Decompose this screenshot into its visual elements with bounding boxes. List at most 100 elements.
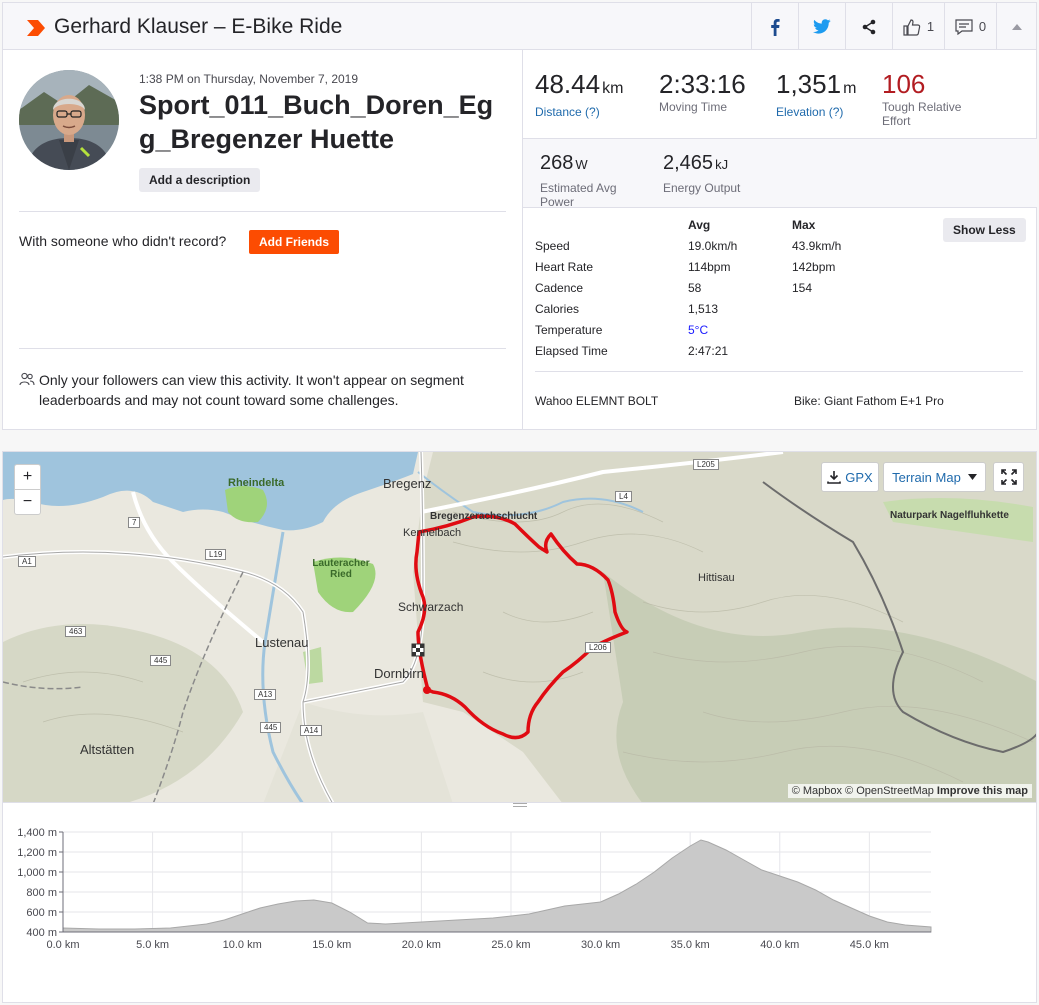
x-tick-label: 0.0 km: [46, 939, 79, 951]
activity-summary: 1:38 PM on Thursday, November 7, 2019 Sp…: [2, 49, 1037, 430]
moving-time-value: 2:33:16: [659, 69, 746, 99]
zoom-in-button[interactable]: +: [14, 464, 41, 490]
row-max: 142bpm: [792, 260, 836, 274]
resize-handle[interactable]: [513, 803, 527, 807]
device-name: Wahoo ELEMNT BOLT: [535, 394, 659, 408]
zoom-out-button[interactable]: −: [14, 489, 41, 515]
divider: [535, 371, 1023, 372]
comment-button[interactable]: 0: [944, 3, 996, 50]
gpx-export-button[interactable]: GPX: [821, 462, 879, 492]
stat-moving-time: 2:33:16 Moving Time: [659, 70, 746, 114]
road-label: A13: [254, 689, 277, 700]
energy-unit: kJ: [715, 157, 729, 172]
row-avg[interactable]: 5°C: [688, 323, 708, 337]
road-label: L205: [693, 459, 719, 470]
power-value: 268: [540, 152, 574, 174]
x-tick-label: 10.0 km: [223, 939, 262, 951]
athlete-photo: [19, 70, 119, 170]
stat-energy: 2,465 kJ Energy Output: [663, 149, 740, 195]
activity-name[interactable]: Sport_011_Buch_Doren_Eg g_Bregenzer Huet…: [139, 88, 499, 156]
gpx-label: GPX: [845, 469, 873, 485]
distance-unit: km: [602, 80, 624, 97]
secondary-stats: 268 W Estimated Avg Power 2,465 kJ Energy …: [523, 138, 1037, 209]
collapse-button[interactable]: [996, 3, 1036, 50]
place-label: Hittisau: [698, 572, 735, 584]
x-tick-label: 40.0 km: [760, 939, 799, 951]
distance-label[interactable]: Distance (?): [535, 105, 623, 119]
followers-icon: [19, 372, 35, 386]
twitter-share-button[interactable]: [798, 3, 845, 50]
elevation-svg[interactable]: 400 m 600 m 800 m 1,000 m 1,200 m 1,400 m 0.0…: [3, 803, 1038, 969]
attribution-text[interactable]: © Mapbox © OpenStreetMap: [792, 785, 934, 797]
elevation-chart[interactable]: 400 m 600 m 800 m 1,000 m 1,200 m 1,400 m 0.0…: [2, 802, 1037, 970]
row-label: Calories: [535, 302, 580, 316]
kudos-button[interactable]: 1: [892, 3, 944, 50]
row-label: Cadence: [535, 281, 584, 295]
power-label: Estimated Avg Power: [540, 181, 617, 209]
expand-icon: [1000, 469, 1017, 485]
road-label: L19: [205, 549, 227, 560]
route-map[interactable]: Rheindelta Bregenz Kennelbach Bregenzera…: [2, 451, 1037, 803]
with-someone-text: With someone who didn't record?: [19, 233, 227, 249]
page-title: Gerhard Klauser – E-Bike Ride: [54, 15, 343, 38]
table-header: Avg Max: [535, 218, 935, 236]
show-less-button[interactable]: Show Less: [943, 218, 1026, 242]
place-label: Kennelbach: [403, 527, 462, 539]
download-icon: [827, 471, 842, 484]
x-tick-label: 5.0 km: [136, 939, 169, 951]
moving-time-label: Moving Time: [659, 100, 728, 114]
bike-name[interactable]: Bike: Giant Fathom E+1 Pro: [794, 394, 944, 408]
activity-date: 1:38 PM on Thursday, November 7, 2019: [139, 72, 359, 86]
energy-value: 2,465: [663, 152, 714, 174]
map-canvas[interactable]: [3, 452, 1037, 803]
x-tick-label: 25.0 km: [491, 939, 530, 951]
elevation-label[interactable]: Elevation (?): [776, 105, 856, 119]
relative-effort-value: 106: [882, 69, 926, 99]
add-friends-button[interactable]: Add Friends: [249, 230, 340, 254]
col-avg: Avg: [688, 218, 711, 232]
page-footer: [2, 969, 1037, 1003]
elevation-area: [62, 839, 932, 933]
row-max: 154: [792, 281, 813, 295]
comment-icon: [955, 18, 973, 35]
row-avg: 114bpm: [688, 260, 731, 274]
strava-chevron-icon: [27, 20, 45, 36]
improve-map-link[interactable]: Improve this map: [937, 785, 1028, 797]
map-attribution: © Mapbox © OpenStreetMap Improve this ma…: [787, 784, 1032, 798]
activity-header: Gerhard Klauser – E-Bike Ride 1 0: [2, 2, 1037, 50]
fullscreen-button[interactable]: [993, 462, 1024, 492]
y-tick-label: 1,400 m: [17, 827, 57, 839]
place-label: Bregenzerachschlucht: [430, 511, 538, 522]
place-label: Altstätten: [80, 742, 135, 757]
activity-stats: 48.44 km Distance (?) 2:33:16 Moving Time…: [522, 50, 1037, 429]
distance-value: 48.44: [535, 69, 601, 99]
y-tick-label: 1,200 m: [17, 847, 57, 859]
comment-count: 0: [978, 19, 987, 34]
avatar[interactable]: [19, 70, 119, 170]
stat-relative-effort[interactable]: 106 Tough Relative Effort: [882, 70, 992, 128]
row-avg: 19.0km/h: [688, 239, 738, 253]
y-tick-label: 800 m: [26, 887, 57, 899]
place-label: Naturpark Nagelfluhkette: [890, 510, 1009, 521]
map-type-label: Terrain Map: [892, 469, 961, 485]
y-tick-label: 1,000 m: [17, 867, 57, 879]
map-type-select[interactable]: Terrain Map: [883, 462, 986, 492]
row-label: Elapsed Time: [535, 344, 608, 358]
share-icon: [862, 19, 876, 34]
x-tick-label: 15.0 km: [312, 939, 351, 951]
twitter-icon: [813, 19, 831, 34]
thumbs-up-icon: [903, 18, 921, 36]
row-label: Heart Rate: [535, 260, 594, 274]
place-label: Rheindelta: [228, 477, 285, 489]
activity-details: 1:38 PM on Thursday, November 7, 2019 Sp…: [3, 50, 522, 429]
share-button[interactable]: [845, 3, 892, 50]
table-row: Temperature 5°C: [535, 323, 935, 341]
road-label: 463: [65, 626, 87, 637]
row-avg: 1,513: [688, 302, 719, 316]
add-description-button[interactable]: Add a description: [139, 168, 261, 192]
facebook-share-button[interactable]: [751, 3, 798, 50]
col-max: Max: [792, 218, 816, 232]
relative-effort-label: Tough Relative Effort: [882, 100, 962, 128]
place-label: Lustenau: [255, 635, 309, 650]
road-label: A14: [300, 725, 323, 736]
